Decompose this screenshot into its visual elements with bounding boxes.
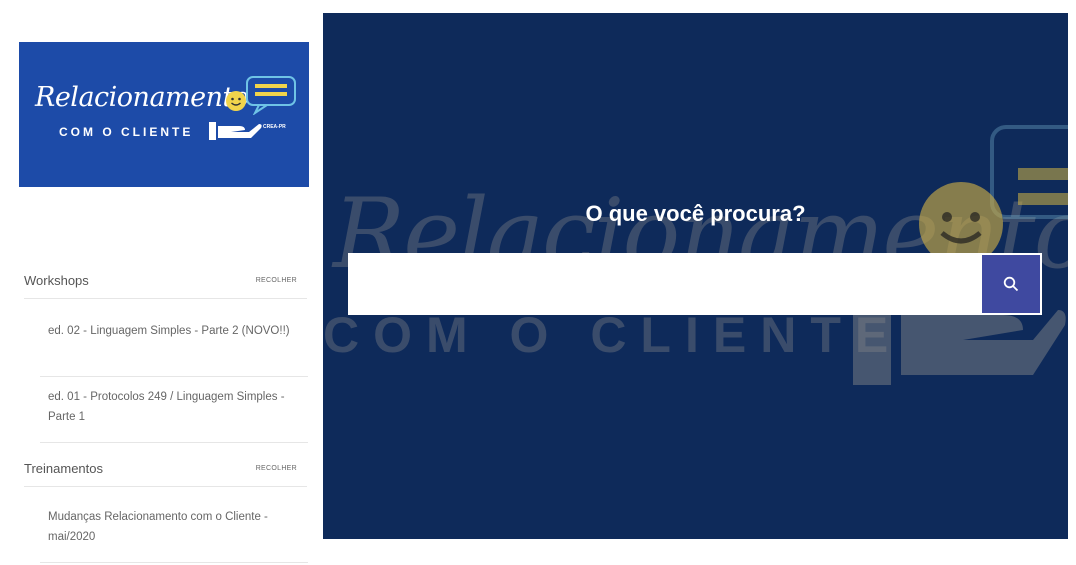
logo-tag: CREA-PR (263, 124, 286, 130)
sidebar-item-ed01[interactable]: ed. 01 - Protocolos 249 / Linguagem Simp… (40, 377, 308, 443)
search-button[interactable] (980, 253, 1042, 315)
page: Relacionamento COM O CLIENTE CREA-PR Wor… (0, 0, 1076, 565)
hero-banner: Relacionamento COM O CLIENTE O que você … (323, 13, 1068, 539)
logo-subtitle: COM O CLIENTE (59, 125, 194, 139)
sidebar: Relacionamento COM O CLIENTE CREA-PR Wor… (0, 0, 320, 565)
brand-logo[interactable]: Relacionamento COM O CLIENTE CREA-PR (19, 42, 309, 187)
section-title-workshops: Workshops (24, 273, 89, 288)
smiley-icon (226, 91, 246, 111)
collapse-treinamentos-link[interactable]: RECOLHER (256, 465, 297, 472)
chat-bubble-icon (246, 76, 296, 115)
search-input[interactable] (348, 253, 980, 315)
sidebar-item-mudancas[interactable]: Mudanças Relacionamento com o Cliente - … (40, 497, 308, 563)
hand-icon (209, 122, 262, 140)
section-title-treinamentos: Treinamentos (24, 461, 103, 476)
section-header-treinamentos: Treinamentos RECOLHER (24, 451, 307, 487)
collapse-workshops-link[interactable]: RECOLHER (256, 277, 297, 284)
search-icon (1003, 276, 1019, 292)
sidebar-item-ed02[interactable]: ed. 02 - Linguagem Simples - Parte 2 (NO… (40, 311, 308, 377)
logo-script-text: Relacionamento (35, 82, 249, 113)
section-header-workshops: Workshops RECOLHER (24, 263, 307, 299)
hero-title: O que você procura? (585, 201, 806, 226)
